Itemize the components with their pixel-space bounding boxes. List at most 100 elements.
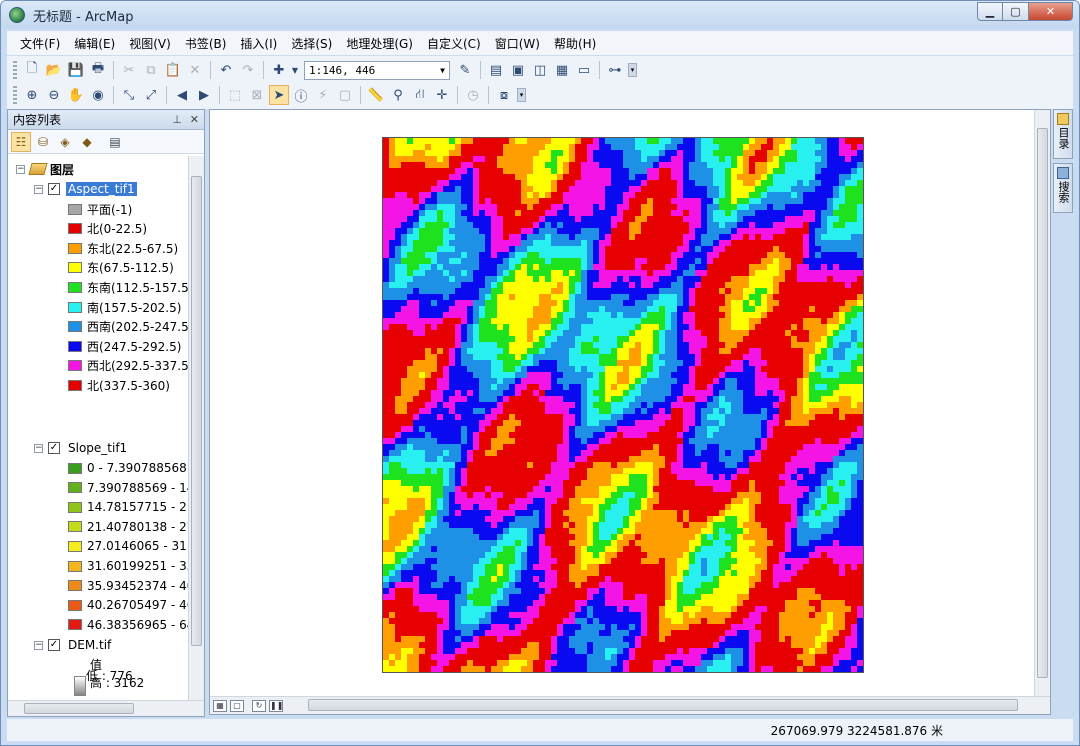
legend-class-row[interactable]: 平面(-1) xyxy=(68,200,132,218)
open-folder-icon[interactable]: 📂 xyxy=(44,60,64,80)
copy-icon[interactable]: ⧉ xyxy=(141,60,161,80)
zoom-out-icon[interactable]: ⊖ xyxy=(44,85,64,105)
menu-view[interactable]: 视图(V) xyxy=(122,35,178,52)
legend-swatch[interactable] xyxy=(68,281,82,293)
select-elements-arrow-icon[interactable]: ➤ xyxy=(269,85,289,105)
legend-swatch[interactable] xyxy=(68,301,82,313)
menu-customize[interactable]: 自定义(C) xyxy=(420,35,488,52)
menu-insert[interactable]: 插入(I) xyxy=(233,35,284,52)
table-window-icon[interactable]: ▤ xyxy=(486,60,506,80)
paste-icon[interactable]: 📋 xyxy=(163,60,183,80)
measure-icon[interactable]: 📏 xyxy=(366,85,386,105)
legend-class-row[interactable]: 西南(202.5-247.5) xyxy=(68,318,188,336)
menu-geoprocessing[interactable]: 地理处理(G) xyxy=(339,35,420,52)
back-arrow-icon[interactable]: ◀ xyxy=(172,85,192,105)
chevron-down-icon[interactable]: ▼ xyxy=(291,60,299,80)
legend-swatch[interactable] xyxy=(68,203,82,215)
toolbar-grip[interactable] xyxy=(13,86,17,104)
html-popup-icon[interactable]: ▢ xyxy=(335,85,355,105)
map-display-area[interactable]: ▦ ▢ ↻ ❚❚ xyxy=(209,109,1051,715)
time-slider-icon[interactable]: ◷ xyxy=(463,85,483,105)
legend-swatch[interactable] xyxy=(68,482,82,494)
aspect-raster-map[interactable] xyxy=(382,137,864,673)
collapse-icon[interactable]: − xyxy=(16,164,25,174)
legend-class-row[interactable]: 27.0146065 - 31.6 xyxy=(68,537,188,555)
layer-row-slope[interactable]: − ✓ Slope_tif1 xyxy=(34,439,129,457)
legend-class-row[interactable]: 40.26705497 - 46. xyxy=(68,596,188,614)
legend-class-row[interactable]: 35.93452374 - 40. xyxy=(68,577,188,595)
clear-selection-icon[interactable]: ⊠ xyxy=(247,85,267,105)
fixed-zoom-out-icon[interactable]: ⤢ xyxy=(141,85,161,105)
legend-class-row[interactable]: 北(337.5-360) xyxy=(68,376,170,394)
layer-name[interactable]: Aspect_tif1 xyxy=(66,182,137,196)
toc-vertical-scrollbar[interactable] xyxy=(188,156,204,700)
zoom-in-icon[interactable]: ⊕ xyxy=(22,85,42,105)
menu-edit[interactable]: 编辑(E) xyxy=(67,35,122,52)
legend-swatch[interactable] xyxy=(68,540,82,552)
toolbar-grip[interactable] xyxy=(13,61,17,79)
legend-swatch[interactable] xyxy=(68,521,82,533)
legend-swatch[interactable] xyxy=(68,580,82,592)
layer-row-aspect[interactable]: − ✓ Aspect_tif1 xyxy=(34,180,137,198)
fixed-zoom-in-icon[interactable]: ⤡ xyxy=(119,85,139,105)
layer-visibility-checkbox[interactable]: ✓ xyxy=(48,639,60,651)
legend-class-row[interactable]: 西北(292.5-337.5) xyxy=(68,357,188,375)
go-to-xy-icon[interactable]: ✛ xyxy=(432,85,452,105)
select-features-icon[interactable]: ⬚ xyxy=(225,85,245,105)
layers-root-row[interactable]: − 图层 xyxy=(16,160,74,178)
identify-icon[interactable]: ⓘ xyxy=(291,85,311,105)
delete-icon[interactable]: ✕ xyxy=(185,60,205,80)
legend-class-row[interactable]: 46.38356965 - 64. xyxy=(68,616,188,634)
legend-class-row[interactable]: 西(247.5-292.5) xyxy=(68,337,181,355)
add-data-icon[interactable]: ✚ xyxy=(269,60,289,80)
pin-icon[interactable]: ⊥ xyxy=(172,113,182,126)
legend-class-row[interactable]: 7.390788569 - 14. xyxy=(68,479,188,497)
full-extent-globe-icon[interactable]: ◉ xyxy=(88,85,108,105)
legend-swatch[interactable] xyxy=(68,379,82,391)
layer-name[interactable]: Slope_tif1 xyxy=(66,441,129,455)
legend-class-row[interactable]: 南(157.5-202.5) xyxy=(68,298,181,316)
legend-swatch[interactable] xyxy=(68,242,82,254)
minimize-button[interactable]: ▁ xyxy=(977,2,1003,21)
collapse-icon[interactable]: − xyxy=(34,443,43,453)
legend-swatch[interactable] xyxy=(68,501,82,513)
save-icon[interactable]: 💾 xyxy=(66,60,86,80)
legend-class-row[interactable]: 21.40780138 - 27. xyxy=(68,518,188,536)
print-icon[interactable]: 🖶 xyxy=(88,60,108,80)
modelbuilder-icon[interactable]: ⊶ xyxy=(605,60,625,80)
legend-swatch[interactable] xyxy=(68,262,82,274)
legend-swatch[interactable] xyxy=(68,560,82,572)
layer-name[interactable]: DEM.tif xyxy=(66,638,113,652)
map-scale-dropdown[interactable]: 1:146, 446 ▼ xyxy=(304,60,450,80)
list-by-drawing-order-icon[interactable]: ☷ xyxy=(11,131,31,152)
legend-class-row[interactable]: 31.60199251 - 35. xyxy=(68,557,188,575)
legend-class-row[interactable]: 0 - 7.390788568 xyxy=(68,459,187,477)
redo-icon[interactable]: ↷ xyxy=(238,60,258,80)
python-window-icon[interactable]: ▭ xyxy=(574,60,594,80)
list-by-source-icon[interactable]: ⛁ xyxy=(33,132,53,152)
find-route-icon[interactable]: ⛙ xyxy=(410,85,430,105)
legend-swatch[interactable] xyxy=(68,462,82,474)
menu-windows[interactable]: 窗口(W) xyxy=(488,35,547,52)
legend-class-row[interactable]: 东南(112.5-157.5) xyxy=(68,278,188,296)
layer-row-dem[interactable]: − ✓ DEM.tif xyxy=(34,636,113,654)
collapse-icon[interactable]: − xyxy=(34,640,43,650)
legend-class-row[interactable]: 东(67.5-112.5) xyxy=(68,259,174,277)
arctoolbox-icon[interactable]: ▦ xyxy=(552,60,572,80)
new-document-icon[interactable]: 🗋 xyxy=(22,60,42,80)
menu-bookmarks[interactable]: 书签(B) xyxy=(178,35,234,52)
layer-visibility-checkbox[interactable]: ✓ xyxy=(48,442,60,454)
search-window-icon[interactable]: ◫ xyxy=(530,60,550,80)
toolbar-options-icon[interactable]: ▾ xyxy=(628,63,637,77)
toc-horizontal-scrollbar[interactable] xyxy=(8,700,204,716)
hyperlink-icon[interactable]: ⚡ xyxy=(313,85,333,105)
menu-help[interactable]: 帮助(H) xyxy=(547,35,603,52)
menu-file[interactable]: 文件(F) xyxy=(13,35,67,52)
close-button[interactable]: ✕ xyxy=(1029,2,1073,21)
layer-visibility-checkbox[interactable]: ✓ xyxy=(48,183,60,195)
legend-swatch[interactable] xyxy=(68,340,82,352)
legend-swatch[interactable] xyxy=(68,599,82,611)
legend-class-row[interactable]: 东北(22.5-67.5) xyxy=(68,239,178,257)
legend-swatch[interactable] xyxy=(68,321,82,333)
menu-selection[interactable]: 选择(S) xyxy=(284,35,339,52)
